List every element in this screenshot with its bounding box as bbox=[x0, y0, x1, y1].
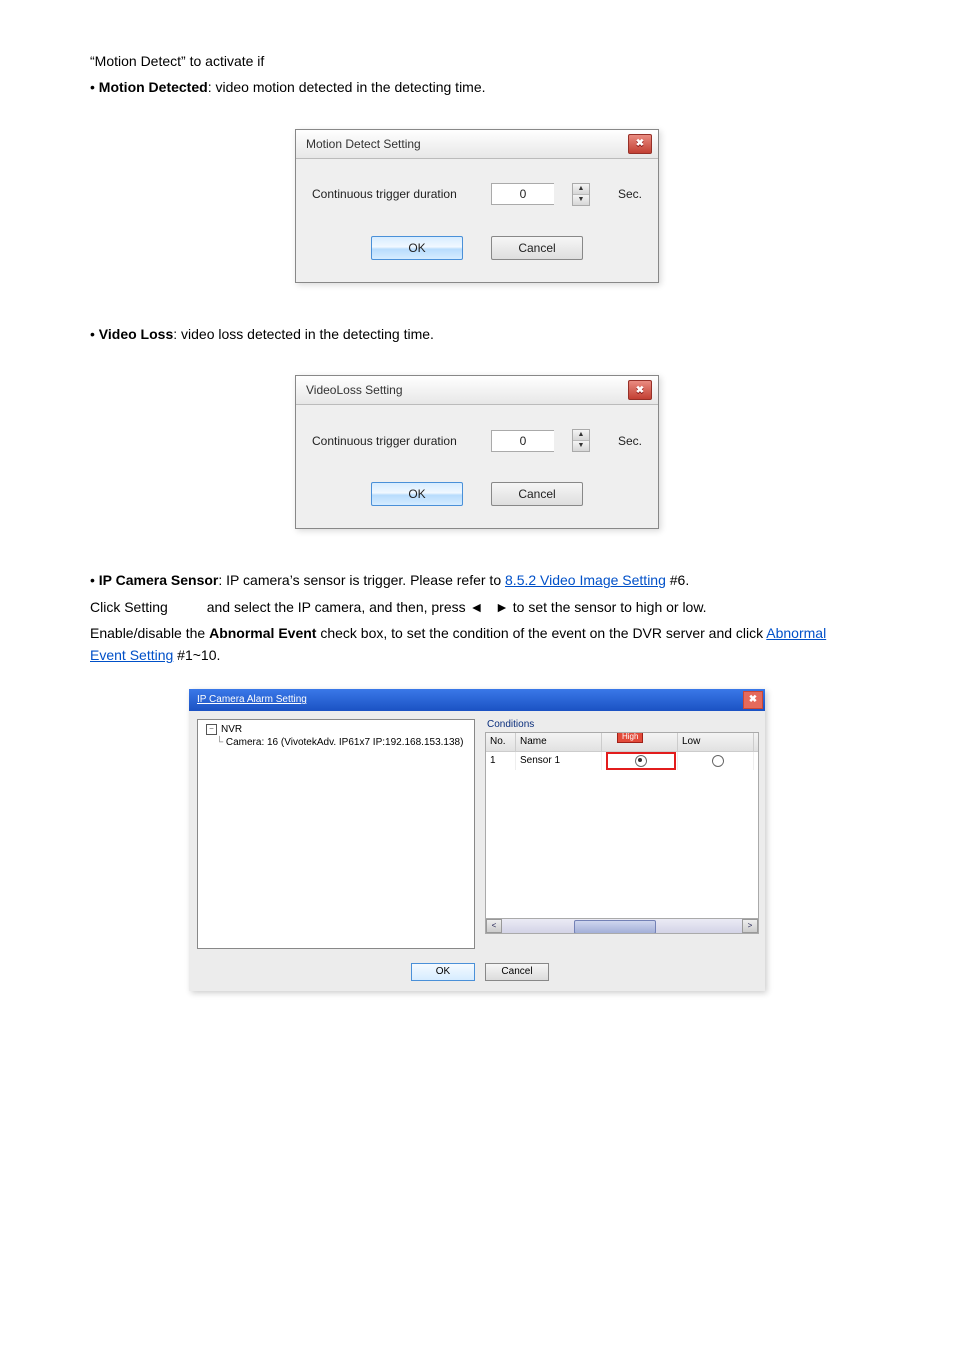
radio-low[interactable] bbox=[712, 755, 724, 767]
cell-high[interactable] bbox=[602, 752, 678, 770]
close-icon[interactable]: ✖ bbox=[743, 691, 763, 709]
chevron-up-icon[interactable]: ▲ bbox=[573, 184, 589, 195]
ipcam-dialog-titlebar: IP Camera Alarm Setting ✖ bbox=[189, 689, 765, 711]
callout-box bbox=[606, 752, 676, 770]
cancel-button[interactable]: Cancel bbox=[491, 236, 583, 260]
ipcam-alarm-dialog: IP Camera Alarm Setting ✖ − NVR Camera: … bbox=[189, 689, 765, 991]
conditions-label: Conditions bbox=[485, 719, 757, 730]
col-high[interactable]: High bbox=[602, 733, 678, 751]
conditions-panel: Conditions No. Name High Low 1 Sensor 1 bbox=[485, 719, 757, 949]
spinner[interactable]: ▲ ▼ bbox=[572, 429, 590, 452]
motion-dialog: Motion Detect Setting ✖ Continuous trigg… bbox=[295, 129, 659, 283]
scroll-track[interactable] bbox=[502, 920, 742, 932]
video-loss-desc: : video loss detected in the detecting t… bbox=[173, 326, 434, 342]
and-select-text: and select the IP camera, and then, pres… bbox=[207, 599, 470, 615]
motion-dialog-wrap: Motion Detect Setting ✖ Continuous trigg… bbox=[90, 129, 864, 283]
cell-low[interactable] bbox=[678, 752, 754, 770]
videoloss-dialog-wrap: VideoLoss Setting ✖ Continuous trigger d… bbox=[90, 375, 864, 529]
videoloss-dialog-title: VideoLoss Setting bbox=[306, 383, 403, 397]
high-header-badge: High bbox=[617, 732, 643, 743]
cancel-button[interactable]: Cancel bbox=[485, 963, 549, 981]
enable-mid: check box, to set the condition of the e… bbox=[316, 625, 766, 641]
video-image-setting-link[interactable]: 8.5.2 Video Image Setting bbox=[505, 572, 666, 588]
para-sensor-instruction: Click Setting and select the IP camera, … bbox=[90, 596, 864, 618]
motion-detected-label: Motion Detected bbox=[99, 79, 208, 95]
col-low[interactable]: Low bbox=[678, 733, 754, 751]
ipcam-dialog-title: IP Camera Alarm Setting bbox=[197, 694, 307, 705]
horizontal-scrollbar[interactable]: < > bbox=[486, 918, 758, 933]
close-icon[interactable]: ✖ bbox=[628, 380, 652, 400]
videoloss-duration-label: Continuous trigger duration bbox=[312, 434, 473, 448]
motion-dialog-title: Motion Detect Setting bbox=[306, 137, 421, 151]
enable-prefix: Enable/disable the bbox=[90, 625, 209, 641]
col-no[interactable]: No. bbox=[486, 733, 516, 751]
spinner[interactable]: ▲ ▼ bbox=[572, 183, 590, 206]
bullet-video-loss: • Video Loss: video loss detected in the… bbox=[90, 323, 864, 345]
chevron-down-icon[interactable]: ▼ bbox=[573, 441, 589, 451]
videoloss-dialog-titlebar: VideoLoss Setting ✖ bbox=[296, 376, 658, 405]
ipcamera-sensor-label: IP Camera Sensor bbox=[99, 572, 219, 588]
ok-button[interactable]: OK bbox=[371, 482, 463, 506]
para-motion-activate: “Motion Detect” to activate if bbox=[90, 50, 864, 72]
chevron-down-icon[interactable]: ▼ bbox=[573, 195, 589, 205]
chevron-up-icon[interactable]: ▲ bbox=[573, 430, 589, 441]
ipcam-dialog-footer: OK Cancel bbox=[189, 957, 765, 991]
scroll-right-icon[interactable]: > bbox=[742, 919, 758, 933]
close-icon[interactable]: ✖ bbox=[628, 134, 652, 154]
footer-spacer bbox=[197, 963, 401, 981]
motion-duration-unit: Sec. bbox=[618, 187, 642, 201]
radio-high[interactable] bbox=[635, 755, 647, 767]
video-loss-label: Video Loss bbox=[99, 326, 173, 342]
collapse-icon[interactable]: − bbox=[206, 724, 217, 735]
ipcamera-sensor-desc: : IP camera’s sensor is trigger. Please … bbox=[218, 572, 505, 588]
bullet-ipcamera-sensor: • IP Camera Sensor: IP camera’s sensor i… bbox=[90, 569, 864, 591]
tree-root-label: NVR bbox=[221, 724, 242, 735]
ipcam-dialog-wrap: IP Camera Alarm Setting ✖ − NVR Camera: … bbox=[90, 689, 864, 991]
videoloss-dialog: VideoLoss Setting ✖ Continuous trigger d… bbox=[295, 375, 659, 529]
ipcam-tree-panel[interactable]: − NVR Camera: 16 (VivotekAdv. IP61x7 IP:… bbox=[197, 719, 475, 949]
setting-space bbox=[172, 599, 203, 615]
bullet-motion-detected: • Motion Detected: video motion detected… bbox=[90, 76, 864, 98]
ipcamera-tail: #6. bbox=[666, 572, 689, 588]
cell-name: Sensor 1 bbox=[516, 752, 602, 770]
motion-duration-input[interactable]: 0 bbox=[491, 183, 554, 205]
left-right-arrows-icon: ◄ ► bbox=[470, 599, 509, 615]
conditions-grid[interactable]: No. Name High Low 1 Sensor 1 bbox=[485, 732, 759, 934]
tree-root[interactable]: − NVR bbox=[202, 724, 470, 735]
cell-no: 1 bbox=[486, 752, 516, 770]
ok-button[interactable]: OK bbox=[411, 963, 475, 981]
abnormal-event-bold: Abnormal Event bbox=[209, 625, 316, 641]
videoloss-duration-unit: Sec. bbox=[618, 434, 642, 448]
abnormal-tail: #1~10. bbox=[173, 647, 220, 663]
table-row[interactable]: 1 Sensor 1 bbox=[486, 752, 758, 768]
click-setting-text: Click Setting bbox=[90, 599, 172, 615]
scroll-thumb[interactable] bbox=[574, 920, 656, 934]
videoloss-duration-input[interactable]: 0 bbox=[491, 430, 554, 452]
motion-detected-desc: : video motion detected in the detecting… bbox=[208, 79, 486, 95]
motion-dialog-titlebar: Motion Detect Setting ✖ bbox=[296, 130, 658, 159]
col-name[interactable]: Name bbox=[516, 733, 602, 751]
tree-child[interactable]: Camera: 16 (VivotekAdv. IP61x7 IP:192.16… bbox=[216, 737, 470, 748]
motion-duration-label: Continuous trigger duration bbox=[312, 187, 473, 201]
ok-button[interactable]: OK bbox=[371, 236, 463, 260]
scroll-left-icon[interactable]: < bbox=[486, 919, 502, 933]
cancel-button[interactable]: Cancel bbox=[491, 482, 583, 506]
set-sensor-text: to set the sensor to high or low. bbox=[513, 599, 707, 615]
para-abnormal-event: Enable/disable the Abnormal Event check … bbox=[90, 622, 864, 667]
